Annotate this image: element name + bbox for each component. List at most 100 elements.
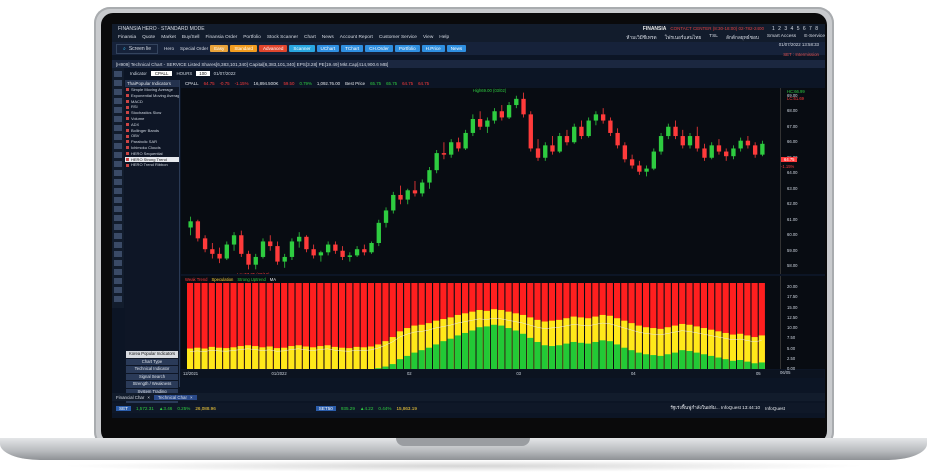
symbol-input[interactable]: CPALL <box>150 71 173 76</box>
drawing-tool-icon[interactable] <box>114 269 122 275</box>
drawing-tool-icon[interactable] <box>114 80 122 86</box>
quick-link[interactable]: Smart Access <box>767 34 796 42</box>
drawing-tool-icon[interactable] <box>114 287 122 293</box>
indicator-category-button[interactable]: Signal Search <box>126 373 178 380</box>
strong-uptrend-bar <box>621 347 628 369</box>
indicator-item[interactable]: HERO Trend Ribbon <box>125 162 179 168</box>
strong-uptrend-bar <box>527 337 534 369</box>
drawing-tool-icon[interactable] <box>114 143 122 149</box>
candle-body <box>506 105 512 118</box>
menu-item[interactable]: View <box>423 35 433 40</box>
sub-tick: 2.50 <box>787 355 796 361</box>
drawing-tool-icon[interactable] <box>114 134 122 140</box>
set50-index-change: ▲4.22 <box>359 405 374 411</box>
menu-item[interactable]: Chart <box>304 35 316 40</box>
page-switcher[interactable]: 1 2 3 4 5 6 7 8 <box>772 26 819 32</box>
drawing-tool-icon[interactable] <box>114 278 122 284</box>
candle-body <box>456 142 461 149</box>
date-time: 01/07/2022 13:58:33 <box>779 42 819 48</box>
quote-bar: CPALL 64.75 -0.75 -1.15% 16,894.500K 59.… <box>180 79 825 87</box>
drawing-tool-icon[interactable] <box>114 179 122 185</box>
mode-button[interactable]: News <box>446 45 467 52</box>
mode-button[interactable]: Portfolio <box>394 45 420 52</box>
mode-button[interactable]: UChart <box>316 45 340 52</box>
menu-item[interactable]: Stock Scanner <box>267 35 298 40</box>
menu-item[interactable]: Finansia <box>118 35 136 40</box>
drawing-tool-icon[interactable] <box>114 188 122 194</box>
drawing-tool-icon[interactable] <box>114 215 122 221</box>
quick-link[interactable]: โฟรเนอร์แสนไทย <box>665 34 702 42</box>
menu-item[interactable]: News <box>322 35 334 40</box>
indicator-category-button[interactable]: Chart Type <box>126 358 178 365</box>
count-field[interactable]: 100 <box>196 71 210 76</box>
low-annotation: Low57.75 (20/12) <box>237 272 270 274</box>
indicator-category-button[interactable]: Strength / Weakness <box>126 381 178 388</box>
menu-item[interactable]: Customer Service <box>379 35 417 40</box>
drawing-tool-icon[interactable] <box>114 125 122 131</box>
special-order-dropdown[interactable]: Special Order <box>180 46 208 51</box>
mode-button[interactable]: Scanner <box>289 45 315 52</box>
drawing-tool-icon[interactable] <box>114 224 122 230</box>
drawing-tool-icon[interactable] <box>114 260 122 266</box>
mode-button[interactable]: Standard <box>230 45 257 52</box>
sub-tick: 15.00 <box>787 304 798 310</box>
strong-uptrend-bar <box>476 327 483 369</box>
menu-item[interactable]: Account Report <box>340 35 373 40</box>
price-chart[interactable]: High69.00 (03/02) Low57.75 (20/12) <box>181 88 780 274</box>
mode-button[interactable]: CH.Order <box>365 45 393 52</box>
quick-link[interactable]: ลักต์กลยุทธ์ชอบ <box>726 34 759 42</box>
menu-item[interactable]: Quote <box>142 35 155 40</box>
drawing-tool-icon[interactable] <box>114 296 122 302</box>
drawing-tool-icon[interactable] <box>114 107 122 113</box>
menu-item[interactable]: Buy/Sell <box>182 35 200 40</box>
menu-item[interactable]: Finansia Order <box>206 35 238 40</box>
drawing-tool-icon[interactable] <box>114 89 122 95</box>
drawing-tool-icon[interactable] <box>114 71 122 77</box>
current-time: 13:58:33 <box>801 42 819 47</box>
set-index-label[interactable]: SET <box>116 405 131 411</box>
indicator-category-button[interactable]: Korea Popular Indicators <box>126 351 178 358</box>
menu-item[interactable]: Market <box>161 35 176 40</box>
indicator-category-button[interactable]: Technical Indicator <box>126 366 178 373</box>
quick-link[interactable]: ห้ามเวิมีชีเทรด <box>626 34 656 42</box>
mode-button[interactable]: Easy <box>210 45 229 52</box>
mode-button[interactable]: TChart <box>341 45 364 52</box>
strong-trend-chart[interactable] <box>181 283 780 369</box>
drawing-tool-icon[interactable] <box>114 116 122 122</box>
mode-button[interactable]: H.Price <box>421 45 445 52</box>
screen-search[interactable]: ⌕ Screen lie <box>116 43 159 54</box>
drawing-tool-icon[interactable] <box>114 206 122 212</box>
close-icon[interactable]: × <box>190 395 193 400</box>
price-tick: 62.00 <box>787 201 798 207</box>
set50-index-label[interactable]: SET50 <box>315 405 336 411</box>
window-tab[interactable]: Financial Char × <box>112 395 154 400</box>
mode-button[interactable]: Advanced <box>258 45 288 52</box>
window-tab[interactable]: Technical Char × <box>153 394 197 400</box>
strong-uptrend-bar <box>671 352 679 369</box>
candle-body <box>600 114 606 121</box>
candle-body <box>420 182 425 194</box>
candle-body <box>745 140 751 146</box>
close-icon[interactable]: × <box>147 395 150 400</box>
date-field[interactable]: 01/07/2022 <box>214 71 236 76</box>
drawing-tool-icon[interactable] <box>114 197 122 203</box>
interval-select[interactable]: HOURS <box>176 71 192 76</box>
drawing-tool-icon[interactable] <box>114 152 122 158</box>
quick-link[interactable]: TSL <box>709 34 718 42</box>
drawing-tool-icon[interactable] <box>114 233 122 239</box>
drawing-tool-icon[interactable] <box>114 98 122 104</box>
indicator-dropdown[interactable]: Indicator <box>130 71 147 76</box>
news-headline[interactable]: รัฐเร่งฟื้นฟูกำลังในฝห์ม... InfoQuest 13… <box>670 405 760 412</box>
drawing-tool-icon[interactable] <box>114 242 122 248</box>
menu-item[interactable]: Help <box>439 35 449 40</box>
drawing-tool-icon[interactable] <box>114 170 122 176</box>
quote-volume: 16,894.500K <box>253 80 279 86</box>
drawing-tool-icon[interactable] <box>114 251 122 257</box>
quick-link[interactable]: E-Service <box>804 34 825 42</box>
title-bar: FINANSIA HERO · STANDARD MODE FINANSIA C… <box>112 24 825 33</box>
high-annotation: High69.00 (03/02) <box>473 88 507 93</box>
strong-uptrend-bar <box>462 332 469 369</box>
hero-dropdown[interactable]: Hero <box>164 46 174 51</box>
drawing-tool-icon[interactable] <box>114 161 122 167</box>
menu-item[interactable]: Portfolio <box>243 35 261 40</box>
